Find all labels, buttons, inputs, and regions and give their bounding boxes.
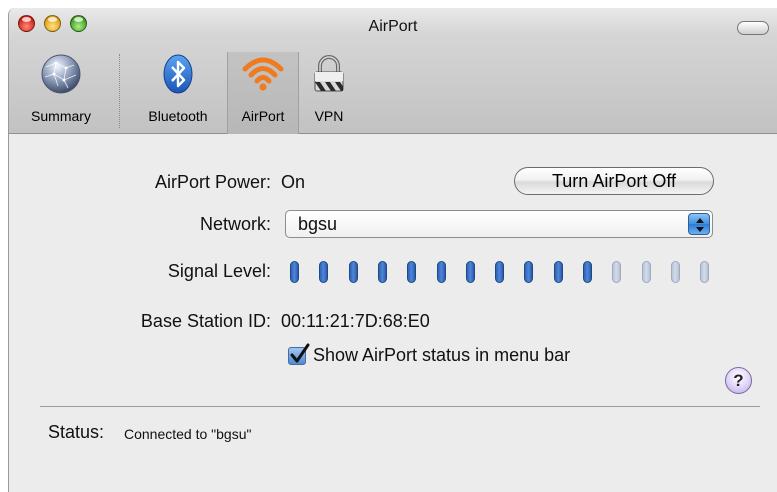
title-toolbar: AirPort Summary Bluetooth AirPort VPN <box>9 8 777 134</box>
signal-bar <box>700 261 709 283</box>
status-label: Status: <box>48 422 105 442</box>
signal-bar <box>437 261 446 283</box>
turn-airport-off-button[interactable]: Turn AirPort Off <box>514 167 714 195</box>
popup-arrows-icon <box>688 213 710 235</box>
base-station-id-value: 00:11:21:7D:68:E0 <box>281 311 430 331</box>
toolbar-toggle-button[interactable] <box>737 21 769 35</box>
toolbar-item-vpn[interactable]: VPN <box>303 52 355 134</box>
network-label: Network: <box>199 214 271 234</box>
signal-level-meter <box>290 261 730 283</box>
help-button[interactable]: ? <box>725 367 752 394</box>
signal-level-label: Signal Level: <box>167 261 271 281</box>
toolbar-item-airport[interactable]: AirPort <box>227 52 299 134</box>
signal-bar <box>612 261 621 283</box>
network-popup-value: bgsu <box>298 214 338 234</box>
toolbar-item-summary[interactable]: Summary <box>9 52 113 134</box>
signal-bar <box>495 261 504 283</box>
signal-bar <box>583 261 592 283</box>
toolbar-item-label: Summary <box>31 108 91 124</box>
base-station-id-label: Base Station ID: <box>140 311 271 331</box>
bluetooth-icon <box>157 53 199 95</box>
show-status-checkbox-label[interactable]: Show AirPort status in menu bar <box>313 345 570 366</box>
toolbar-item-label: Bluetooth <box>148 108 208 124</box>
signal-bar <box>407 261 416 283</box>
signal-bar <box>671 261 680 283</box>
globe-icon <box>40 53 82 95</box>
toolbar-item-label: AirPort <box>241 108 285 124</box>
toolbar-separator <box>119 54 120 128</box>
signal-bar <box>642 261 651 283</box>
signal-bar <box>290 261 299 283</box>
divider <box>40 406 760 407</box>
window-title: AirPort <box>368 18 418 35</box>
toolbar-item-label: VPN <box>314 108 344 124</box>
airport-window: AirPort Summary Bluetooth AirPort VPN Ai… <box>8 8 777 492</box>
status-value: Connected to "bgsu" <box>124 426 252 442</box>
toolbar-item-bluetooth[interactable]: Bluetooth <box>133 52 223 134</box>
signal-bar <box>319 261 328 283</box>
airport-power-value: On <box>281 172 306 192</box>
signal-bar <box>378 261 387 283</box>
lock-icon <box>308 53 350 95</box>
network-popup[interactable]: bgsu <box>285 210 713 238</box>
wifi-icon <box>242 53 284 95</box>
airport-power-label: AirPort Power: <box>154 172 271 192</box>
checkmark-icon <box>290 343 310 363</box>
signal-bar <box>524 261 533 283</box>
show-status-checkbox[interactable] <box>288 343 310 365</box>
signal-bar <box>349 261 358 283</box>
signal-bar <box>466 261 475 283</box>
signal-bar <box>554 261 563 283</box>
